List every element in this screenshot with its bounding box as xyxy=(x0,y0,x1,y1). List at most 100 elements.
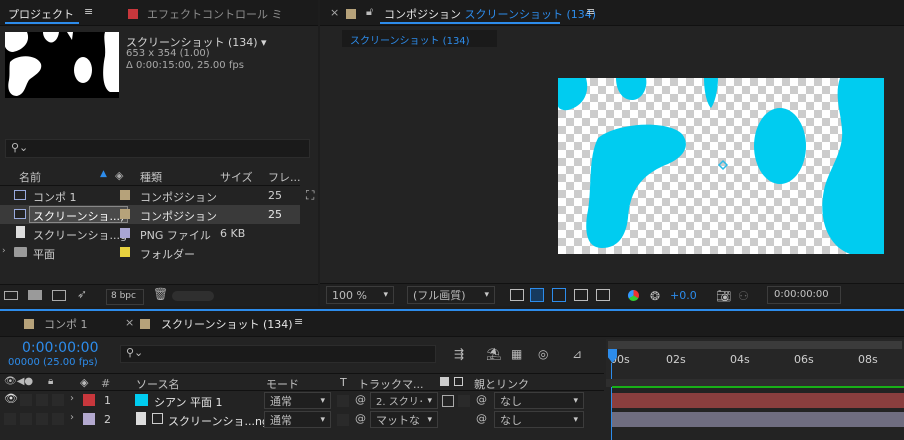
channel-icon[interactable] xyxy=(628,290,639,301)
col-frame[interactable]: フレ... xyxy=(268,169,301,185)
layer-search-input[interactable]: ⚲⌄ xyxy=(120,345,436,363)
lock-column-icon[interactable]: 🔒︎ xyxy=(48,376,53,387)
work-area-bar[interactable] xyxy=(608,341,902,349)
flowchart-icon[interactable]: ⛶ xyxy=(306,188,314,203)
project-item-row[interactable]: › 平面 フォルダー xyxy=(0,243,300,262)
time-ruler[interactable]: 00s 02s 04s 06s 08s xyxy=(606,339,904,379)
layer-duration-bar[interactable] xyxy=(612,393,904,408)
parent-pickwhip-icon[interactable]: @ xyxy=(476,412,487,425)
fast-previews-icon[interactable] xyxy=(510,289,524,301)
interpret-footage-icon[interactable] xyxy=(4,291,18,300)
col-track-matte[interactable]: トラックマ... xyxy=(358,376,424,392)
col-size[interactable]: サイズ xyxy=(220,169,253,185)
close-icon[interactable]: × xyxy=(330,6,339,19)
solo-toggle[interactable] xyxy=(36,413,48,425)
col-parent-link[interactable]: 親とリンク xyxy=(474,376,529,392)
matte-invert-icon[interactable] xyxy=(454,377,463,386)
matte-alpha-toggle[interactable] xyxy=(442,395,454,407)
draft-3d-icon[interactable]: ⛱ xyxy=(486,347,501,361)
composition-mini-flowchart-icon[interactable]: ⇶ xyxy=(454,347,464,361)
project-item-row-selected[interactable]: スクリーンショ...) コンポジション 25 xyxy=(0,205,300,224)
layer-duration-bar[interactable] xyxy=(612,412,904,427)
parent-pickwhip-icon[interactable]: @ xyxy=(476,393,487,406)
layer-row[interactable]: 👁︎ › 1 シアン 平面 1 通常 ▾ @ 2. スクリ･ ▾ @ なし ▾ xyxy=(0,391,904,410)
av-features-icons[interactable]: 👁︎◀︎● xyxy=(4,376,33,387)
transparency-grid-icon[interactable] xyxy=(530,288,544,302)
matte-alpha-icon[interactable] xyxy=(440,377,449,386)
layer-row[interactable]: › 2 スクリーンショ...ng 通常 ▾ @ マットな ▾ @ なし ▾ xyxy=(0,410,904,429)
layer-name[interactable]: シアン 平面 1 xyxy=(154,394,223,410)
label-swatch[interactable] xyxy=(120,228,130,238)
track-matte-pickwhip-icon[interactable]: @ xyxy=(355,412,366,425)
comp-subtab[interactable]: スクリーンショット (134) xyxy=(342,30,497,47)
resolution-dropdown[interactable]: (フル画質) ▾ xyxy=(407,286,495,304)
zoom-dropdown[interactable]: 100 % ▾ xyxy=(326,286,394,304)
lock-toggle[interactable] xyxy=(52,413,64,425)
guides-icon[interactable] xyxy=(596,289,610,301)
bpc-button[interactable]: 8 bpc xyxy=(106,289,144,305)
label-swatch[interactable] xyxy=(120,190,130,200)
graph-editor-icon[interactable]: ⊿ xyxy=(572,347,582,361)
region-of-interest-icon[interactable] xyxy=(574,289,588,301)
project-settings-icon[interactable]: ➶ xyxy=(77,287,87,301)
col-t[interactable]: T xyxy=(340,376,347,389)
video-toggle[interactable] xyxy=(4,413,16,425)
layer-label-swatch[interactable] xyxy=(83,413,95,425)
expand-chevron-icon[interactable]: › xyxy=(2,246,6,256)
tab-composition[interactable]: コンポジション スクリーンショット (134) xyxy=(384,6,596,22)
audio-toggle[interactable] xyxy=(20,413,32,425)
col-mode[interactable]: モード xyxy=(266,376,299,392)
track-matte-dropdown[interactable]: 2. スクリ･ ▾ xyxy=(370,392,438,409)
expand-chevron-icon[interactable]: › xyxy=(70,412,74,423)
timeline-timecode[interactable]: 0:00:00:00 xyxy=(22,340,99,356)
color-management-icon[interactable]: ❂ xyxy=(650,289,660,303)
tab-menu-icon[interactable]: ≡ xyxy=(586,5,595,18)
parent-dropdown[interactable]: なし ▾ xyxy=(494,411,584,428)
new-folder-icon[interactable] xyxy=(28,290,42,300)
layer-name[interactable]: スクリーンショ...ng xyxy=(168,413,269,429)
show-snapshot-icon[interactable]: ⚇ xyxy=(738,289,749,303)
snapshot-camera-icon[interactable]: 📷︎ xyxy=(716,289,731,303)
col-name[interactable]: 名前 xyxy=(19,169,41,185)
tab-screenshot-comp[interactable]: スクリーンショット (134) xyxy=(161,316,293,332)
track-matte-dropdown[interactable]: マットな ▾ xyxy=(370,411,438,428)
thumbnail-slider[interactable] xyxy=(172,291,214,301)
audio-toggle[interactable] xyxy=(20,394,32,406)
matte-invert-toggle[interactable] xyxy=(458,395,470,407)
sort-arrow-icon[interactable]: ▲ xyxy=(100,169,107,179)
current-time-display[interactable]: 0:00:00:00 xyxy=(767,286,841,304)
close-icon[interactable]: × xyxy=(125,316,134,329)
label-column-icon[interactable]: ◈ xyxy=(80,376,88,389)
label-swatch[interactable] xyxy=(120,247,130,257)
col-source-name[interactable]: ソース名 xyxy=(136,376,179,392)
project-search-input[interactable]: ⚲⌄ xyxy=(5,139,310,158)
tab-menu-icon[interactable]: ≡ xyxy=(84,5,93,18)
lock-icon[interactable]: 🔓︎ xyxy=(366,5,373,19)
composition-canvas[interactable] xyxy=(558,78,884,254)
col-type[interactable]: 種類 xyxy=(140,169,162,185)
tab-comp1[interactable]: コンポ 1 xyxy=(44,316,88,332)
lock-toggle[interactable] xyxy=(52,394,64,406)
motion-blur-icon[interactable]: ◎ xyxy=(538,347,548,361)
parent-dropdown[interactable]: なし ▾ xyxy=(494,392,584,409)
shy-layers-icon[interactable]: ▦ xyxy=(511,347,522,361)
project-item-row[interactable]: スクリーンショ...g PNG ファイル 6 KB xyxy=(0,224,300,243)
trash-icon[interactable]: 🗑 xyxy=(153,287,168,301)
track-matte-pickwhip-icon[interactable]: @ xyxy=(355,393,366,406)
label-tag-icon[interactable]: ◈ xyxy=(115,169,123,182)
blend-mode-dropdown[interactable]: 通常 ▾ xyxy=(264,392,331,409)
preview-name-dropdown-icon[interactable]: ▾ xyxy=(261,36,267,49)
new-composition-icon[interactable] xyxy=(52,290,66,301)
layer-label-swatch[interactable] xyxy=(83,394,95,406)
tab-menu-icon[interactable]: ≡ xyxy=(294,315,303,328)
preserve-transparency-toggle[interactable] xyxy=(337,395,349,407)
exposure-value[interactable]: +0.0 xyxy=(670,289,697,302)
tab-effect-controls[interactable]: エフェクトコントロール ミ xyxy=(147,6,313,22)
blend-mode-dropdown[interactable]: 通常 ▾ xyxy=(264,411,331,428)
expand-chevron-icon[interactable]: › xyxy=(70,393,74,404)
preserve-transparency-toggle[interactable] xyxy=(337,414,349,426)
solo-toggle[interactable] xyxy=(36,394,48,406)
mask-visibility-icon[interactable] xyxy=(552,288,566,302)
tab-project[interactable]: プロジェクト xyxy=(8,6,74,22)
project-item-row[interactable]: コンポ 1 コンポジション 25 xyxy=(0,186,300,205)
